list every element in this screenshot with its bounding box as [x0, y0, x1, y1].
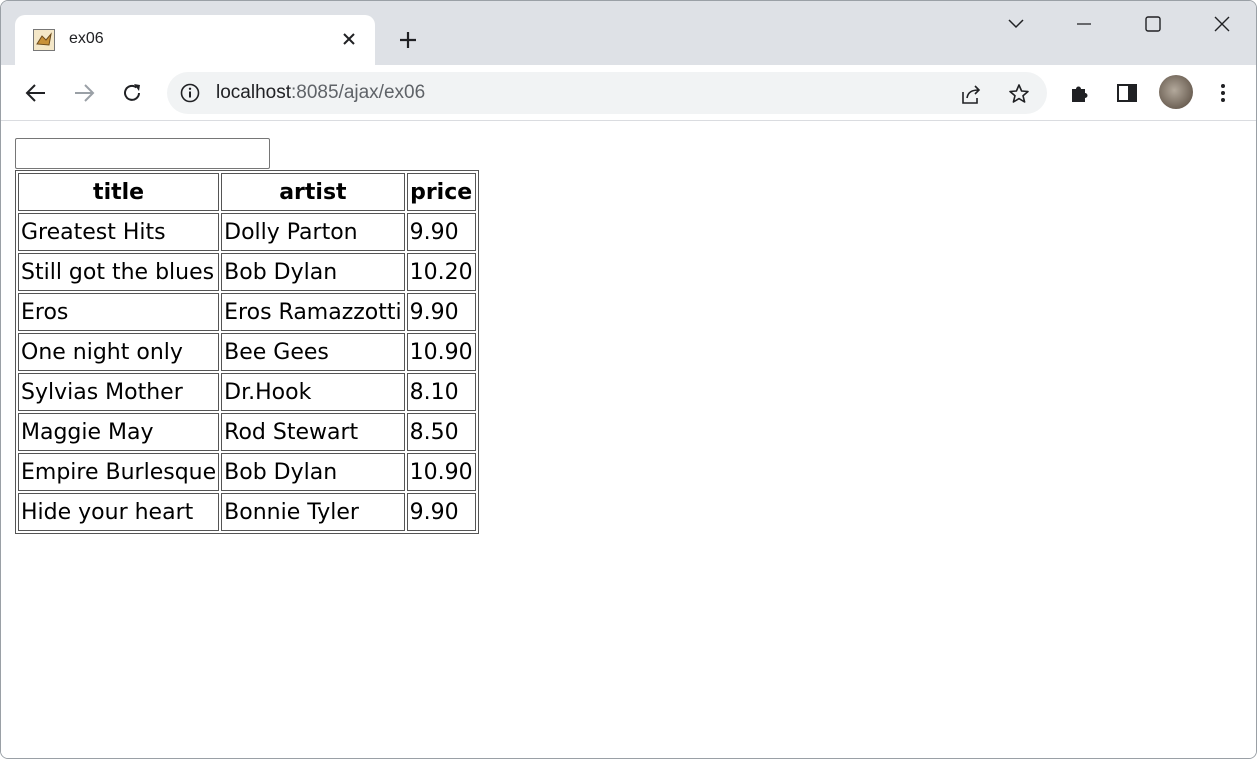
- table-row: Eros Eros Ramazzotti 9.90: [18, 293, 476, 331]
- cell-artist: Dolly Parton: [221, 213, 405, 251]
- cell-price: 10.90: [406, 333, 476, 371]
- url-path: :8085/ajax/ex06: [291, 82, 426, 103]
- tab-search-chevron-icon[interactable]: [996, 9, 1036, 39]
- cell-price: 8.50: [406, 413, 476, 451]
- cell-artist: Bob Dylan: [221, 253, 405, 291]
- site-info-icon[interactable]: [179, 82, 201, 104]
- tab-ex06[interactable]: ex06: [15, 15, 375, 66]
- albums-table: title artist price Greatest Hits Dolly P…: [15, 170, 479, 534]
- cell-title: Sylvias Mother: [18, 373, 220, 411]
- browser-window: ex06 localhost:8085/ajax/ex06 title arti…: [0, 0, 1257, 759]
- forward-arrow-icon[interactable]: [68, 77, 100, 109]
- cell-artist: Bonnie Tyler: [221, 493, 405, 531]
- more-menu-icon[interactable]: [1207, 77, 1239, 109]
- cell-artist: Bee Gees: [221, 333, 405, 371]
- profile-avatar[interactable]: [1159, 75, 1193, 109]
- new-tab-icon[interactable]: [393, 25, 423, 55]
- header-artist: artist: [221, 173, 405, 211]
- reload-icon[interactable]: [116, 77, 148, 109]
- cell-price: 9.90: [406, 293, 476, 331]
- cell-price: 10.20: [406, 253, 476, 291]
- url-text: localhost:8085/ajax/ex06: [216, 82, 425, 104]
- cell-artist: Bob Dylan: [221, 453, 405, 491]
- header-title: title: [18, 173, 220, 211]
- back-arrow-icon[interactable]: [20, 77, 52, 109]
- address-bar[interactable]: localhost:8085/ajax/ex06: [167, 72, 1047, 114]
- cell-title: Still got the blues: [18, 253, 220, 291]
- table-row: Empire Burlesque Bob Dylan 10.90: [18, 453, 476, 491]
- cell-price: 9.90: [406, 213, 476, 251]
- browser-toolbar: localhost:8085/ajax/ex06: [1, 65, 1256, 121]
- maximize-icon[interactable]: [1133, 9, 1173, 39]
- cell-title: Hide your heart: [18, 493, 220, 531]
- cell-title: Maggie May: [18, 413, 220, 451]
- cell-title: Eros: [18, 293, 220, 331]
- cell-title: One night only: [18, 333, 220, 371]
- table-row: Hide your heart Bonnie Tyler 9.90: [18, 493, 476, 531]
- extensions-puzzle-icon[interactable]: [1063, 77, 1095, 109]
- tomcat-favicon-icon: [33, 29, 55, 51]
- table-row: Still got the blues Bob Dylan 10.20: [18, 253, 476, 291]
- share-icon[interactable]: [958, 81, 984, 107]
- close-window-icon[interactable]: [1202, 9, 1242, 39]
- page-content: title artist price Greatest Hits Dolly P…: [1, 122, 1256, 758]
- close-tab-icon[interactable]: [337, 27, 361, 51]
- table-row: Sylvias Mother Dr.Hook 8.10: [18, 373, 476, 411]
- cell-artist: Eros Ramazzotti: [221, 293, 405, 331]
- search-input[interactable]: [15, 138, 270, 169]
- cell-title: Greatest Hits: [18, 213, 220, 251]
- cell-artist: Dr.Hook: [221, 373, 405, 411]
- cell-title: Empire Burlesque: [18, 453, 220, 491]
- tab-title: ex06: [69, 30, 104, 47]
- table-row: Greatest Hits Dolly Parton 9.90: [18, 213, 476, 251]
- table-row: One night only Bee Gees 10.90: [18, 333, 476, 371]
- minimize-icon[interactable]: [1064, 9, 1104, 39]
- cell-artist: Rod Stewart: [221, 413, 405, 451]
- tab-strip: ex06: [1, 1, 1256, 66]
- side-panel-icon[interactable]: [1111, 77, 1143, 109]
- header-price: price: [406, 173, 476, 211]
- bookmark-star-icon[interactable]: [1006, 81, 1032, 107]
- url-host: localhost: [216, 82, 291, 103]
- cell-price: 9.90: [406, 493, 476, 531]
- table-header-row: title artist price: [18, 173, 476, 211]
- cell-price: 8.10: [406, 373, 476, 411]
- cell-price: 10.90: [406, 453, 476, 491]
- table-row: Maggie May Rod Stewart 8.50: [18, 413, 476, 451]
